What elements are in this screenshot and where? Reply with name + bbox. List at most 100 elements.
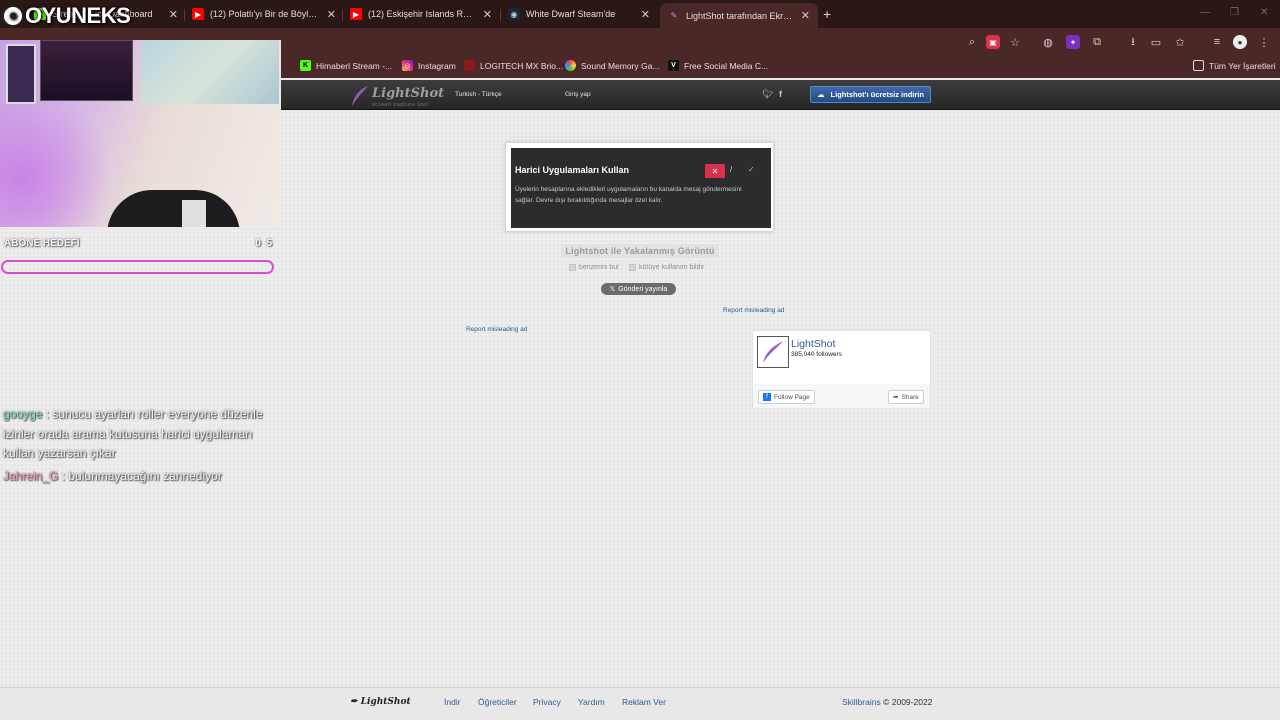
chat-text: : sunucu ayarları roller everyone düzenl… [3,407,263,460]
footer-logo[interactable]: ✒ LightShot [350,697,411,707]
screen-share-icon[interactable]: ▣ [986,35,1000,49]
footer-link-tutorials[interactable]: Öğreticiler [478,697,517,707]
feather-icon [352,86,368,106]
find-similar-link[interactable]: benzerini bul [569,264,619,271]
screenshot-title: Harici Uygulamaları Kullan [515,165,630,175]
bookmark-free-social-media[interactable]: V Free Social Media C... [668,60,768,71]
bookmark-label: Sound Memory Ga... [581,60,660,71]
favorites-icon[interactable]: ✩ [1173,35,1187,49]
new-tab-button[interactable]: + [823,6,831,22]
wall-frame [6,44,36,104]
tab-lightshot[interactable]: ✎ LightShot tarafından Ekran Görü ✕ [660,3,818,28]
footer-link-help[interactable]: Yardım [578,697,605,707]
skillbrains-link[interactable]: Skillbrains [842,697,881,707]
tab-title: (12) Polatlı'yı Bir de Böyle Görü [210,9,321,19]
close-icon[interactable]: ✕ [801,9,810,22]
bookmark-himaberl[interactable]: K Himaberl Stream -... [300,60,392,71]
tab-youtube-2[interactable]: ▶ (12) Eskişehir Islands Region W ✕ [342,3,500,25]
brand-text: OYUNEKS [25,3,131,28]
lightshot-page-avatar[interactable] [757,336,789,368]
gaming-chair [107,190,240,227]
x-logo-icon: 𝕏 [609,286,616,293]
maximize-icon[interactable]: ❐ [1230,7,1239,18]
youtube-icon: ▶ [350,8,362,20]
chair-detail [182,200,206,227]
feather-icon [763,340,785,363]
report-abuse-link[interactable]: kötüye kullanım bildir [629,264,704,271]
all-bookmarks[interactable]: Tüm Yer İşaretleri [1193,60,1276,71]
facebook-page-name[interactable]: LightShot [791,338,835,350]
wall-poster [40,40,133,101]
share-button[interactable]: ➦ Share [888,390,924,404]
stream-brand-logo: ☻ OYUNEKS [2,3,131,29]
bookmark-sound-memory[interactable]: Sound Memory Ga... [565,60,659,71]
facebook-icon: f [763,393,771,401]
bookmark-label: Himaberl Stream -... [316,60,393,71]
twitter-icon[interactable]: 🐦︎ [762,89,773,100]
instagram-icon: ◎ [402,60,413,71]
subscriber-goal-bar [1,260,274,274]
logo-text: LightShot [372,86,445,101]
copyright-text: © 2009-2022 [883,697,933,707]
lightshot-logo[interactable]: LightShot screen capture tool [350,84,444,108]
tab-title: White Dwarf Steam'de [526,9,616,19]
bookmark-label: Free Social Media C... [684,60,769,71]
chat-message: gooyge : sunucu ayarları roller everyone… [3,405,273,464]
window-close-icon[interactable]: ✕ [1260,7,1268,18]
report-abuse-label: kötüye kullanım bildir [639,264,705,271]
tab-steam[interactable]: ◉ White Dwarf Steam'de ✕ [500,3,658,25]
facebook-page-widget: LightShot 385,040 followers f Follow Pag… [752,330,931,408]
screenshot-description: Üyelerin hesaplarına ekledikleri uygulam… [515,186,742,204]
footer-link-privacy[interactable]: Privacy [533,697,561,707]
screenshot-image[interactable]: Harici Uygulamaları Kullan ✕ / ✓ Üyeleri… [505,142,774,232]
download-icon[interactable]: ⭳ [1126,35,1140,49]
extensions-icon[interactable]: ⧉ [1090,35,1104,49]
footer-feather-icon: ✒ [350,697,358,707]
kick-icon: K [300,60,311,71]
check-icon: ✓ [748,165,755,174]
close-icon[interactable]: ✕ [641,8,650,21]
bookmark-logitech[interactable]: LOGITECH MX Brio... [464,60,563,71]
download-label: Lightshot'ı ücretsiz indirin [830,90,924,99]
bookmark-label: LOGITECH MX Brio... [480,60,564,71]
language-selector[interactable]: Turkish - Türkçe [455,91,502,98]
footer-logo-text: LightShot [360,697,411,707]
cloud-download-icon: ☁ [817,90,825,99]
menu-icon[interactable]: ⋮ [1257,35,1271,49]
profile-avatar-icon[interactable]: ● [1233,35,1247,49]
steam-icon: ◉ [508,8,520,20]
extension-1-icon[interactable]: ◍ [1041,35,1055,49]
lightshot-icon: ✎ [670,11,678,20]
subscriber-goal: ABONE HEDEFİ 0 5 [4,238,272,249]
share-icon: ➦ [893,394,899,401]
reading-mode-icon[interactable]: ▭ [1149,35,1163,49]
tab-youtube-1[interactable]: ▶ (12) Polatlı'yı Bir de Böyle Görü ✕ [184,3,344,25]
tweet-button[interactable]: 𝕏 Gönderi yayınla [601,283,676,295]
facebook-followers: 385,040 followers [791,351,842,358]
login-link[interactable]: Giriş yap [565,91,591,98]
bookmark-instagram[interactable]: ◎ Instagram [402,60,456,71]
youtube-icon: ▶ [192,8,204,20]
sub-goal-label: ABONE HEDEFİ [4,238,80,249]
facebook-icon[interactable]: f [779,89,782,99]
chat-message: Jahrein_G : bulunmayacağını zannediyor [3,467,273,487]
bookmark-star-icon[interactable]: ☆ [1008,35,1022,49]
close-icon[interactable]: ✕ [483,8,492,21]
report-ad-link-left[interactable]: Report misleading ad [466,326,527,333]
minimize-icon[interactable]: — [1200,7,1210,18]
all-bookmarks-label: Tüm Yer İşaretleri [1209,60,1276,71]
media-icon[interactable]: ≡ [1210,35,1224,49]
chat-username: Jahrein_G [3,469,59,483]
report-ad-link-right[interactable]: Report misleading ad [723,307,784,314]
extension-2-icon[interactable]: ✦ [1066,35,1080,49]
footer-link-download[interactable]: İndir [444,697,461,707]
follow-page-button[interactable]: f Follow Page [758,390,815,404]
follow-label: Follow Page [774,393,810,401]
zoom-icon[interactable]: ⌕ [965,35,979,49]
download-button[interactable]: ☁ Lightshot'ı ücretsiz indirin [810,86,931,103]
footer-link-advertise[interactable]: Reklam Ver [622,697,666,707]
close-icon[interactable]: ✕ [327,8,336,21]
close-icon[interactable]: ✕ [169,8,178,21]
folder-icon [1193,60,1204,71]
find-similar-label: benzerini bul [579,264,619,271]
